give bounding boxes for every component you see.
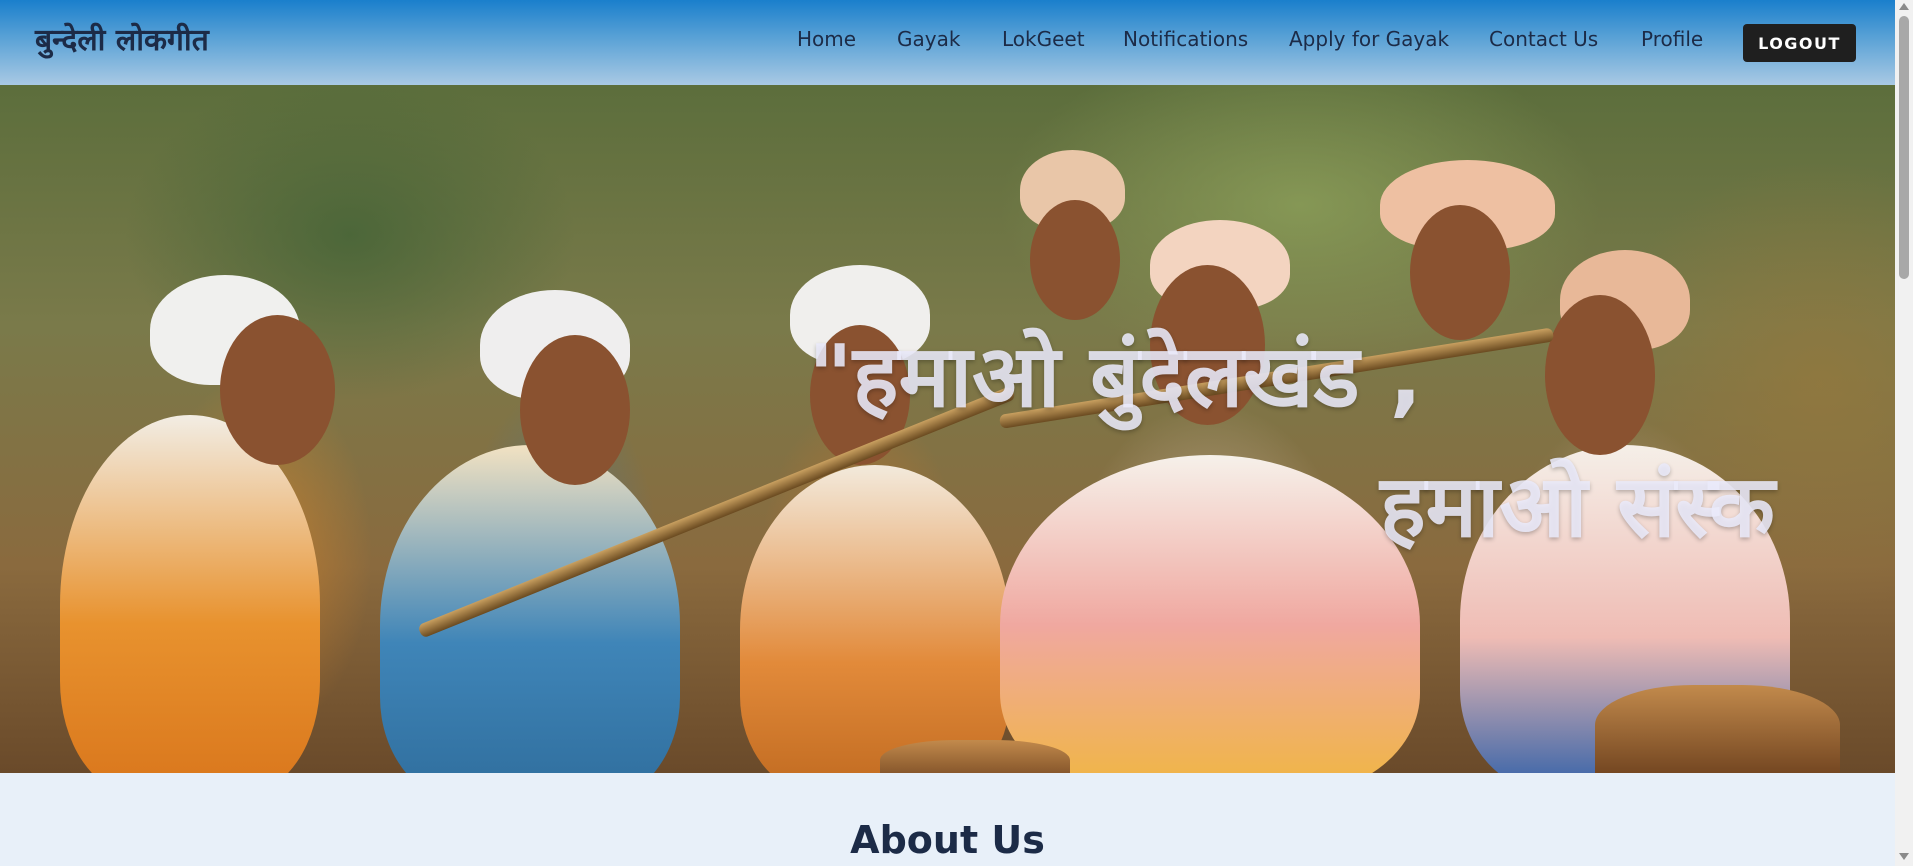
scroll-down-arrow-icon[interactable]	[1899, 853, 1909, 860]
musician-figure	[380, 445, 680, 773]
nav-notifications[interactable]: Notifications	[1123, 27, 1248, 51]
nav-apply-for-gayak[interactable]: Apply for Gayak	[1289, 27, 1449, 51]
scroll-thumb[interactable]	[1899, 16, 1909, 279]
hero-headline-line1: "हमाओ बुंदेलखंड ,	[808, 327, 1423, 427]
face-shape	[1030, 200, 1120, 320]
drum-shape	[1595, 685, 1840, 773]
hero-banner: "हमाओ बुंदेलखंड , हमाओ संस्क	[0, 85, 1895, 773]
nav-profile[interactable]: Profile	[1641, 27, 1703, 51]
face-shape	[1545, 295, 1655, 455]
musician-figure	[1000, 455, 1420, 773]
nav-gayak[interactable]: Gayak	[897, 27, 960, 51]
musician-figure	[740, 465, 1010, 773]
brand-logo[interactable]: बुन्देली लोकगीत	[35, 18, 209, 59]
scroll-up-arrow-icon[interactable]	[1899, 3, 1909, 10]
navbar: बुन्देली लोकगीत Home Gayak LokGeet Notif…	[0, 0, 1895, 85]
nav-contact-us[interactable]: Contact Us	[1489, 27, 1598, 51]
hero-headline-line2: हमाओ संस्क	[1380, 457, 1775, 557]
nav-home[interactable]: Home	[797, 27, 856, 51]
logout-button[interactable]: LOGOUT	[1743, 24, 1856, 62]
musician-figure	[60, 415, 320, 773]
vertical-scrollbar[interactable]	[1895, 0, 1913, 866]
drum-shape	[880, 740, 1070, 773]
nav-lokgeet[interactable]: LokGeet	[1002, 27, 1085, 51]
face-shape	[1410, 205, 1510, 340]
about-us-heading: About Us	[850, 818, 1045, 862]
face-shape	[220, 315, 335, 465]
face-shape	[520, 335, 630, 485]
